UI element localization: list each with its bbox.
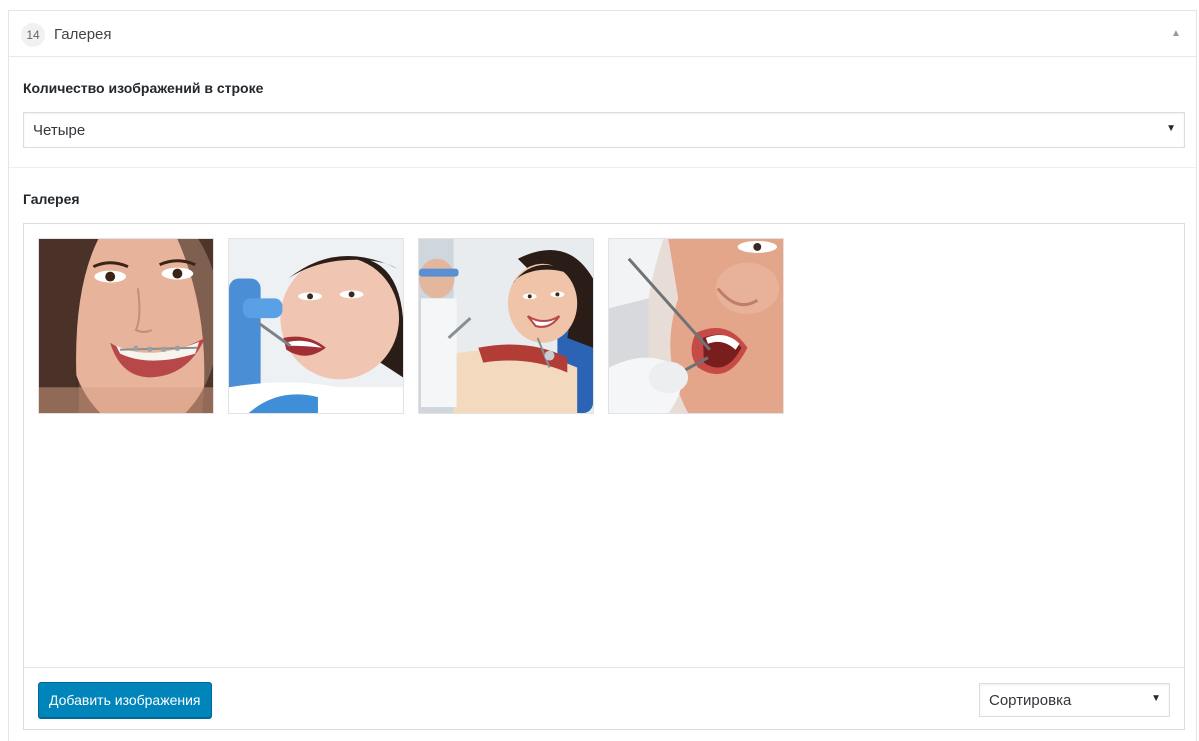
flexible-layout-panel: 14 Галерея ▲ Количество изображений в ст… — [8, 10, 1197, 741]
gallery-toolbar: Добавить изображения Сортировка ▼ — [24, 667, 1184, 729]
gallery-box: Добавить изображения Сортировка ▼ — [23, 223, 1185, 730]
chevron-down-icon: ▼ — [1151, 693, 1161, 704]
chevron-down-icon: ▼ — [1166, 123, 1176, 134]
gallery-thumbnail-mouth-closeup[interactable] — [608, 238, 784, 414]
sort-select-value: Сортировка — [989, 692, 1072, 709]
layout-header[interactable]: 14 Галерея ▲ — [9, 11, 1196, 57]
gallery-thumbnails — [38, 238, 784, 414]
sort-select[interactable]: Сортировка ▼ — [979, 683, 1170, 717]
images-per-row-value: Четыре — [33, 122, 86, 139]
gallery-thumbnail-dentist-chair[interactable] — [418, 238, 594, 414]
gallery-thumbnail-dental-exam[interactable] — [228, 238, 404, 414]
dentist-chair-smile-photo — [419, 239, 593, 413]
triangle-up-icon[interactable]: ▲ — [1168, 24, 1184, 44]
field-divider — [9, 167, 1196, 168]
layout-order-badge: 14 — [21, 23, 45, 47]
braces-smile-photo — [39, 239, 213, 413]
add-images-button[interactable]: Добавить изображения — [38, 682, 212, 718]
gallery-thumbnail-braces-smile[interactable] — [38, 238, 214, 414]
layout-title: Галерея — [54, 26, 112, 43]
images-per-row-select[interactable]: Четыре ▼ — [23, 112, 1185, 148]
mouth-closeup-photo — [609, 239, 783, 413]
gallery-label: Галерея — [23, 191, 80, 207]
images-per-row-label: Количество изображений в строке — [23, 80, 264, 96]
dental-exam-photo — [229, 239, 403, 413]
